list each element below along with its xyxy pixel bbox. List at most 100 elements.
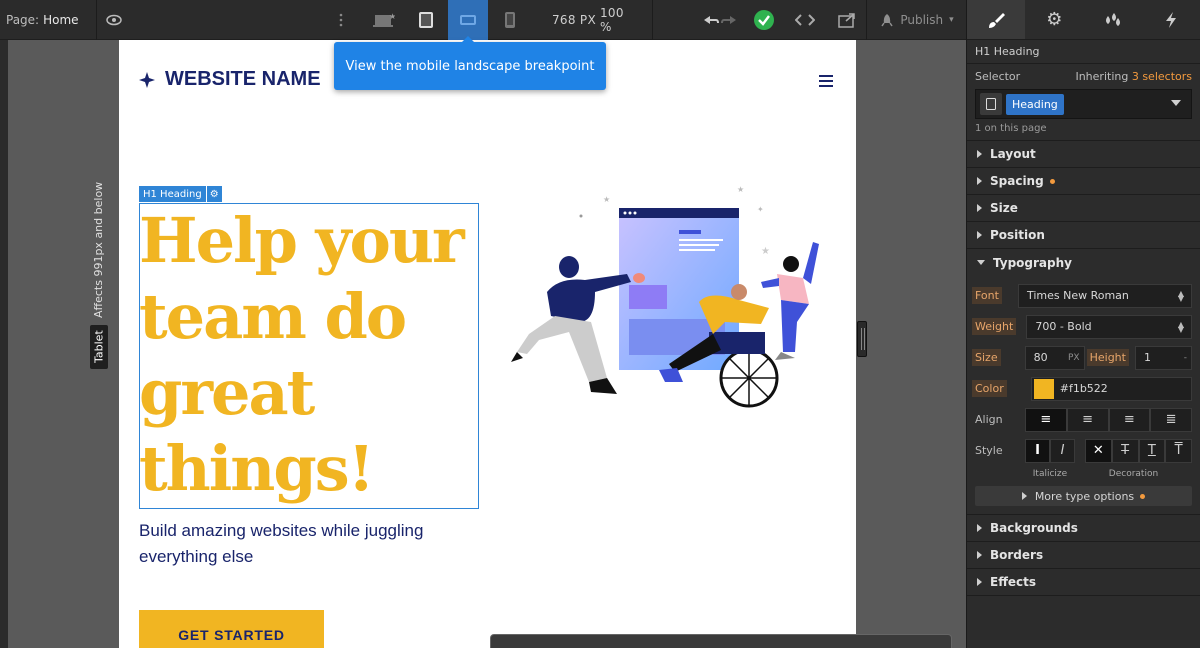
page-selector[interactable]: Page: Home: [6, 0, 79, 40]
code-icon[interactable]: [792, 0, 818, 40]
weight-select[interactable]: 700 - Bold ▲ ▼: [1026, 314, 1192, 339]
mobile-portrait-breakpoint-button[interactable]: [490, 0, 530, 40]
underline-icon[interactable]: T: [1138, 438, 1166, 463]
svg-text:✦: ✦: [757, 205, 764, 214]
mobile-landscape-breakpoint-button[interactable]: [448, 0, 488, 40]
design-canvas[interactable]: Affects 991px and below Tablet WEBSITE N…: [8, 40, 966, 648]
page-name: Home: [43, 13, 79, 27]
font-label: Font: [972, 287, 1002, 304]
sparkle-star-icon: [139, 71, 155, 88]
typography-controls: Font Times New Roman ▲ ▼ Weight 700 - Bold…: [967, 276, 1200, 515]
more-type-options-button[interactable]: More type options: [975, 486, 1192, 506]
overline-icon[interactable]: T: [1165, 438, 1192, 463]
selector-chip[interactable]: Heading: [1006, 93, 1064, 115]
check-status-icon[interactable]: [752, 0, 776, 40]
color-input[interactable]: #f1b522: [1030, 376, 1192, 401]
tablet-breakpoint-button[interactable]: [406, 0, 446, 40]
font-value: Times New Roman: [1026, 289, 1129, 302]
section-borders[interactable]: Borders: [967, 542, 1200, 569]
weight-value: 700 - Bold: [1035, 320, 1092, 333]
section-typography[interactable]: Typography: [967, 249, 1200, 276]
section-label: Spacing: [990, 174, 1044, 188]
logo-text: WEBSITE NAME: [165, 68, 321, 90]
color-swatch[interactable]: [1033, 378, 1054, 399]
line-height-input[interactable]: 1-: [1134, 345, 1192, 370]
italic-off-icon[interactable]: I: [1025, 438, 1050, 463]
undo-redo[interactable]: [700, 0, 740, 40]
strikethrough-icon[interactable]: T: [1111, 438, 1139, 463]
paintbrush-icon: [989, 12, 1006, 28]
site-logo[interactable]: WEBSITE NAME: [139, 68, 321, 91]
align-justify-icon[interactable]: ≣: [1150, 407, 1192, 432]
style-captions: Italicize Decoration: [975, 466, 1192, 482]
gear-icon: ⚙: [1046, 9, 1063, 30]
section-backgrounds[interactable]: Backgrounds: [967, 515, 1200, 542]
section-label: Effects: [990, 575, 1037, 589]
updown-icon: ▲ ▼: [1177, 319, 1184, 334]
get-started-button[interactable]: GET STARTED: [139, 610, 324, 648]
hero-subheading[interactable]: Build amazing websites while juggling ev…: [139, 518, 469, 570]
hero-heading[interactable]: Help your team do great things!: [139, 203, 469, 507]
align-center-icon[interactable]: ≡: [1066, 407, 1109, 432]
caret-right-icon: [977, 551, 982, 559]
italicize-caption: Italicize: [1032, 469, 1068, 479]
caret-right-icon: [977, 204, 982, 212]
italic-control: I I: [1025, 438, 1075, 463]
font-select[interactable]: Times New Roman ▲ ▼: [1017, 283, 1192, 308]
style-label: Style: [975, 444, 1003, 457]
gear-icon[interactable]: ⚙: [205, 186, 222, 202]
more-type-options-label: More type options: [1034, 489, 1135, 503]
selector-row: Selector Inheriting 3 selectors: [967, 64, 1200, 83]
preview-eye-icon[interactable]: [102, 0, 126, 40]
caret-right-icon: [977, 524, 982, 532]
interactions-tab[interactable]: [1084, 0, 1142, 39]
caret-right-icon: [1021, 492, 1027, 500]
export-icon[interactable]: [834, 0, 860, 40]
size-unit[interactable]: PX: [1068, 353, 1080, 363]
italic-on-icon[interactable]: I: [1050, 438, 1075, 463]
svg-text:★: ★: [761, 246, 770, 257]
align-label: Align: [975, 413, 1003, 426]
section-effects[interactable]: Effects: [967, 569, 1200, 596]
align-right-icon[interactable]: ≡: [1108, 407, 1151, 432]
style-brush-tab[interactable]: [967, 0, 1026, 39]
section-label: Layout: [990, 147, 1036, 161]
settings-tab[interactable]: ⚙: [1025, 0, 1083, 39]
site-page: WEBSITE NAME H1 Heading ⚙ Help your team…: [119, 40, 856, 648]
size-label: Size: [972, 349, 1001, 366]
inheriting-prefix: Inheriting: [1075, 70, 1129, 83]
height-unit[interactable]: -: [1184, 353, 1187, 363]
desktop-breakpoint-button[interactable]: ★: [364, 0, 404, 40]
section-size[interactable]: Size: [967, 195, 1200, 222]
bottom-navigator-bar[interactable]: [490, 634, 952, 648]
chevron-down-icon[interactable]: [1171, 100, 1181, 106]
section-spacing[interactable]: Spacing: [967, 168, 1200, 195]
canvas-resize-handle[interactable]: [857, 321, 867, 357]
style-panel: ⚙ H1 Heading Selector Inheriting 3 selec…: [966, 0, 1200, 648]
selector-field[interactable]: Heading: [975, 89, 1192, 119]
publish-button[interactable]: Publish ▾: [874, 0, 960, 40]
inheriting-count[interactable]: 3 selectors: [1132, 70, 1192, 83]
caret-down-icon: [977, 260, 985, 265]
size-input[interactable]: 80 PX: [1024, 345, 1085, 370]
lightning-tab[interactable]: [1142, 0, 1200, 39]
team-illustration: ★ ★ ✦ ★: [511, 185, 819, 408]
align-left-icon[interactable]: ≡: [1025, 407, 1067, 432]
selected-element-tag[interactable]: H1 Heading ⚙: [139, 186, 222, 202]
laptop-star-icon: ★: [373, 12, 395, 27]
align-control: ≡ ≡ ≡ ≣: [1025, 407, 1192, 432]
inheriting-info[interactable]: Inheriting 3 selectors: [1075, 70, 1192, 83]
section-label: Backgrounds: [990, 521, 1078, 535]
more-vertical-icon[interactable]: [334, 0, 348, 40]
section-position[interactable]: Position: [967, 222, 1200, 249]
page-prefix: Page:: [6, 13, 40, 27]
modified-dot: [1140, 493, 1146, 499]
undo-icon: [704, 16, 736, 24]
breakpoint-tag: Tablet: [90, 325, 108, 369]
publish-label: Publish: [900, 13, 944, 27]
decoration-control: ✕ T T T: [1085, 438, 1192, 463]
no-decoration-icon[interactable]: ✕: [1085, 438, 1112, 463]
section-layout[interactable]: Layout: [967, 141, 1200, 168]
hamburger-menu-icon[interactable]: [819, 75, 833, 87]
height-value: 1: [1143, 351, 1151, 364]
